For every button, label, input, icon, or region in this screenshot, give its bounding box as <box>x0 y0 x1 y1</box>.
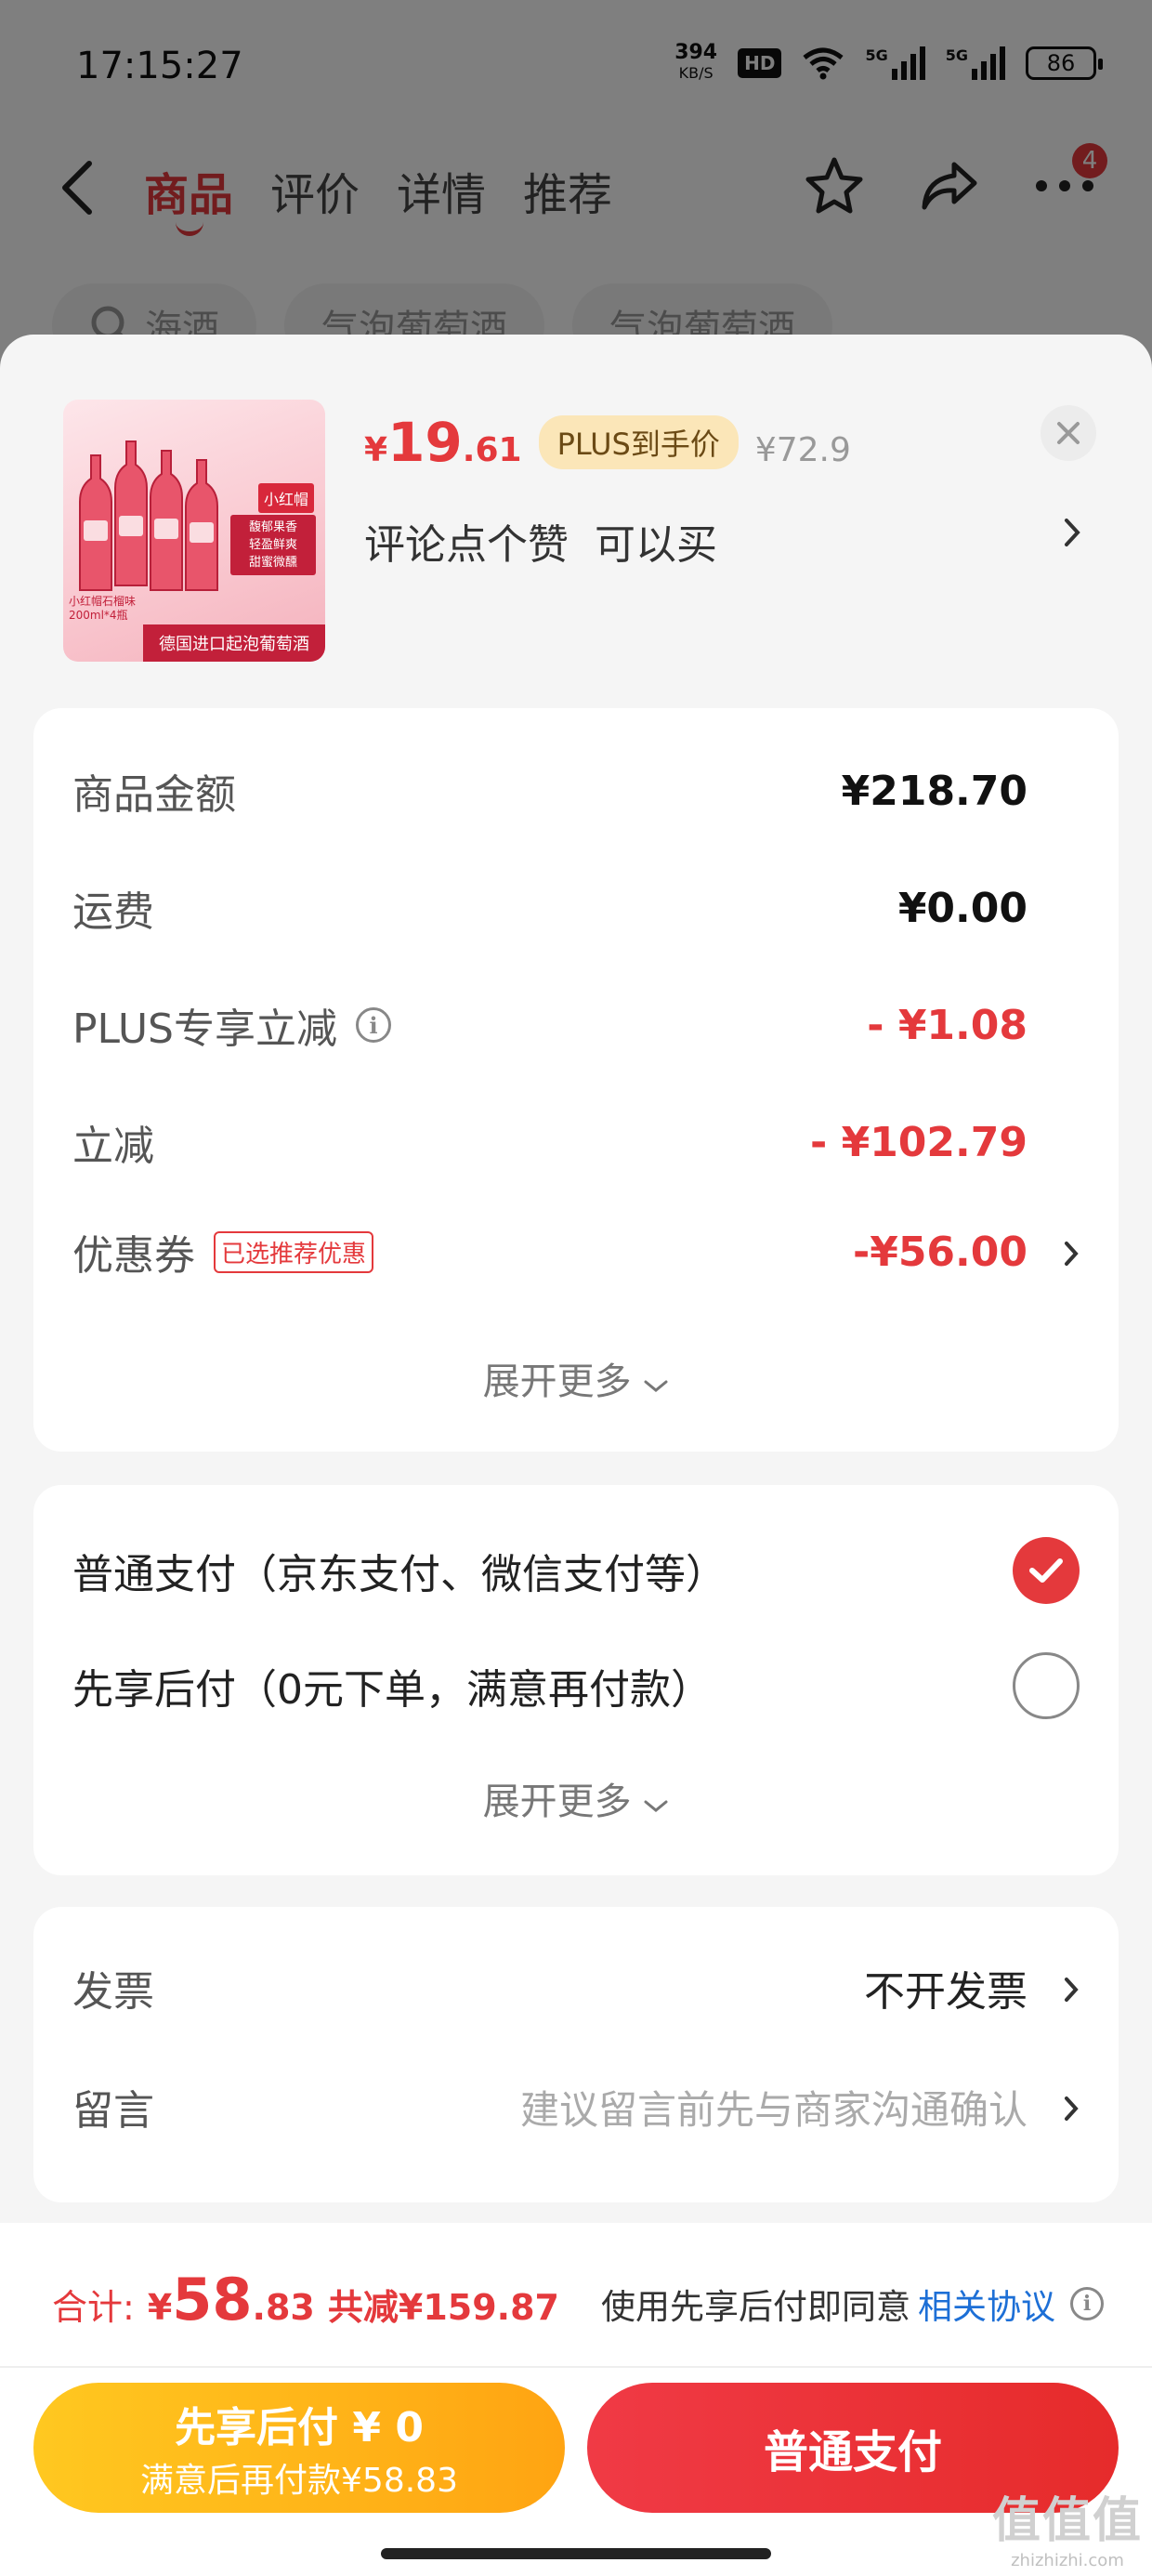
price-row-plus-discount: PLUS专享立减 i - ¥1.08 <box>72 992 1080 1058</box>
price-details-card: 商品金额 ¥218.70 运费 ¥0.00 PLUS专享立减 i - ¥1.08… <box>33 708 1119 1452</box>
product-title[interactable]: 评论点个赞 可以买 <box>364 511 717 571</box>
expand-more-button[interactable]: 展开更多 <box>33 1351 1119 1405</box>
total-label: 合计: <box>52 2287 135 2328</box>
price-row-goods: 商品金额 ¥218.70 <box>72 758 1080 823</box>
payment-option-standard[interactable]: 普通支付（京东支付、微信支付等） <box>72 1535 1080 1606</box>
row-label: 发票 <box>72 1968 154 2016</box>
payment-option-label: 普通支付（京东支付、微信支付等） <box>72 1551 727 1598</box>
chevron-right-icon <box>1065 2096 1079 2121</box>
price-row-instant-discount: 立减 - ¥102.79 <box>72 1110 1080 1175</box>
radio-unchecked[interactable] <box>1013 1652 1080 1719</box>
product-image-caption: 小红帽石榴味 200ml*4瓶 <box>69 595 137 622</box>
chevron-down-icon <box>644 1800 668 1812</box>
agreement-link[interactable]: 相关协议 <box>918 2279 1055 2329</box>
close-button[interactable] <box>1041 405 1096 461</box>
divider <box>0 2366 1152 2368</box>
chevron-right-icon <box>1065 1242 1079 1266</box>
pay-later-button[interactable]: 先享后付 ¥ 0 满意后再付款¥58.83 <box>33 2383 565 2513</box>
price-row-coupon[interactable]: 优惠券 已选推荐优惠 -¥56.00 <box>72 1219 1080 1284</box>
chevron-right-icon[interactable] <box>1063 517 1081 548</box>
radio-checked[interactable] <box>1013 1537 1080 1604</box>
close-icon <box>1057 422 1080 444</box>
original-price: ¥72.9 <box>754 431 851 469</box>
row-value: ¥0.00 <box>897 884 1028 932</box>
row-label: PLUS专享立减 i <box>72 995 391 1055</box>
row-label: 留言 <box>72 2087 154 2135</box>
row-value: - ¥102.79 <box>810 1118 1028 1166</box>
checkout-bar: 合计: ¥58.83 共减¥159.87 使用先享后付即同意 相关协议 i 先享… <box>0 2223 1152 2576</box>
row-value: ¥218.70 <box>841 767 1028 815</box>
watermark: 值值值 zhizhizhi.com <box>991 2493 1143 2570</box>
home-indicator[interactable] <box>381 2548 771 2559</box>
payment-method-card: 普通支付（京东支付、微信支付等） 先享后付（0元下单，满意再付款） 展开更多 <box>33 1485 1119 1875</box>
order-extras-card: 发票 不开发票 留言 建议留言前先与商家沟通确认 <box>33 1907 1119 2202</box>
info-icon[interactable]: i <box>356 1007 391 1043</box>
total-saved: 共减¥159.87 <box>327 2287 559 2328</box>
price-row: ¥19.61 PLUS到手价 ¥72.9 <box>364 411 851 474</box>
row-label: 商品金额 <box>72 771 236 819</box>
price-row-shipping: 运费 ¥0.00 <box>72 875 1080 940</box>
row-label: 运费 <box>72 888 154 936</box>
check-icon <box>1029 1558 1063 1583</box>
product-image-banner: 德国进口起泡葡萄酒 <box>143 624 325 662</box>
chevron-down-icon <box>644 1380 668 1392</box>
message-input[interactable]: 建议留言前先与商家沟通确认 <box>520 2079 1028 2136</box>
product-image-tag: 小红帽 <box>257 483 314 513</box>
info-icon[interactable]: i <box>1070 2287 1104 2320</box>
invoice-value: 不开发票 <box>864 1968 1028 2016</box>
wine-bottles-illustration <box>79 440 218 591</box>
plus-price: ¥19.61 <box>364 411 522 474</box>
row-label: 立减 <box>72 1123 154 1170</box>
plus-price-badge: PLUS到手价 <box>538 415 739 469</box>
product-image: 小红帽 馥郁果香 轻盈鲜爽 甜蜜微醺 小红帽石榴味 200ml*4瓶 德国进口起… <box>63 400 325 662</box>
product-image-features: 馥郁果香 轻盈鲜爽 甜蜜微醺 <box>230 515 316 575</box>
row-value: -¥56.00 <box>852 1228 1028 1276</box>
chevron-right-icon <box>1065 1978 1079 2002</box>
invoice-row[interactable]: 发票 不开发票 <box>72 1955 1080 2020</box>
agreement-notice: 使用先享后付即同意 相关协议 i <box>601 2279 1104 2329</box>
payment-option-label: 先享后付（0元下单，满意再付款） <box>72 1666 712 1714</box>
payment-option-pay-later[interactable]: 先享后付（0元下单，满意再付款） <box>72 1650 1080 1721</box>
product-summary: 小红帽 馥郁果香 轻盈鲜爽 甜蜜微醺 小红帽石榴味 200ml*4瓶 德国进口起… <box>0 335 1152 697</box>
row-value: - ¥1.08 <box>867 1001 1028 1049</box>
order-total: 合计: ¥58.83 共减¥159.87 <box>52 2266 559 2333</box>
message-row[interactable]: 留言 建议留言前先与商家沟通确认 <box>72 2074 1080 2139</box>
row-label: 优惠券 已选推荐优惠 <box>72 1222 374 1281</box>
expand-more-button[interactable]: 展开更多 <box>33 1771 1119 1825</box>
coupon-tag: 已选推荐优惠 <box>214 1230 374 1273</box>
